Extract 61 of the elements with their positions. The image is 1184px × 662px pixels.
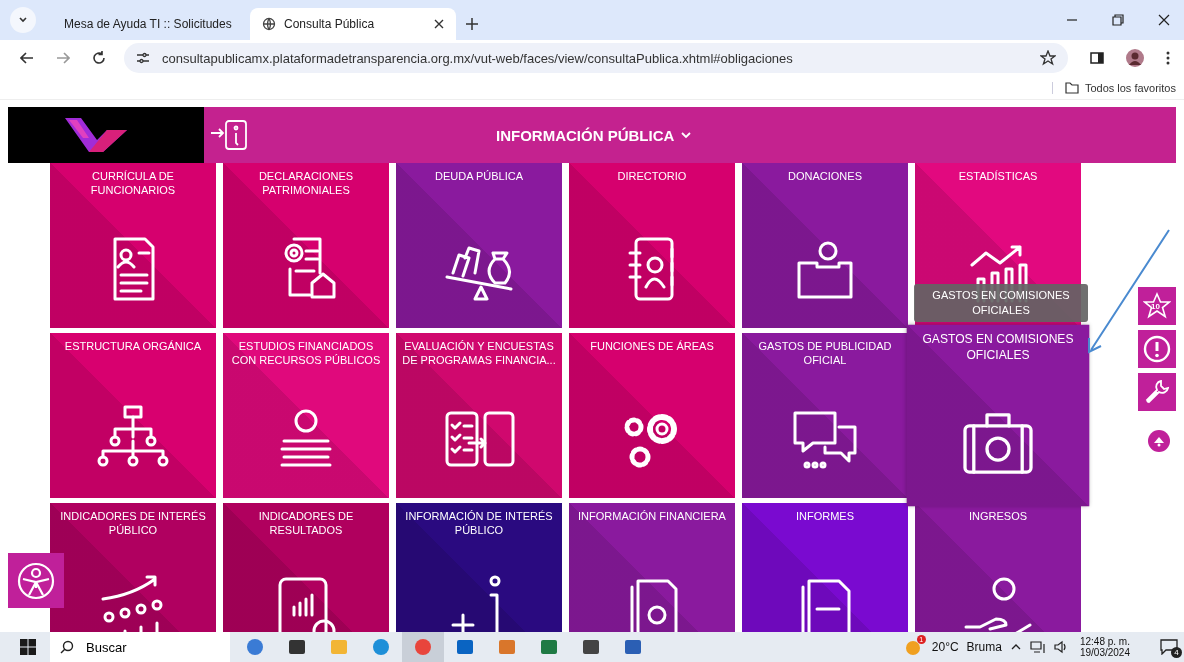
category-tile[interactable]: ESTRUCTURA ORGÁNICA	[50, 333, 216, 498]
site-settings-icon[interactable]	[136, 51, 150, 65]
star-icon	[1143, 292, 1171, 320]
section-dropdown[interactable]: INFORMACIÓN PÚBLICA	[496, 126, 693, 144]
chevron-down-icon	[18, 15, 28, 25]
logo-panel[interactable]	[8, 107, 204, 163]
wrench-icon	[1143, 378, 1171, 406]
bookmarks-folder[interactable]: Todos los favoritos	[1051, 81, 1176, 94]
close-icon[interactable]	[434, 19, 444, 29]
accessibility-icon	[16, 560, 56, 601]
bookmark-star-icon[interactable]	[1040, 50, 1056, 66]
chevron-down-icon	[680, 130, 693, 140]
temperature: 20°C	[931, 640, 959, 654]
restore-icon[interactable]	[1112, 14, 1124, 26]
category-tile[interactable]: DONACIONES	[742, 163, 908, 328]
new-tab-icon[interactable]	[466, 18, 478, 30]
tooltip: GASTOS EN COMISIONES OFICIALES	[914, 284, 1088, 322]
windows-start-icon[interactable]	[20, 639, 36, 655]
menu-icon[interactable]	[1166, 51, 1170, 65]
exclamation-icon	[1143, 335, 1171, 363]
close-icon[interactable]	[1158, 14, 1170, 26]
globe-icon	[262, 17, 276, 31]
browser-tab[interactable]: Mesa de Ayuda TI :: Solicitudes	[44, 8, 250, 40]
tab-list-button[interactable]	[10, 7, 36, 33]
accessibility-button[interactable]	[8, 553, 64, 608]
caret-up-icon[interactable]	[1009, 642, 1022, 652]
forward-arrow-icon[interactable]	[56, 51, 70, 65]
category-tile[interactable]: INDICADORES DE INTERÉS PÚBLICO	[50, 503, 216, 632]
category-tile[interactable]: INFORMES	[742, 503, 908, 632]
category-tile[interactable]: GASTOS DE PUBLICIDAD OFICIAL	[742, 333, 908, 498]
alert-button[interactable]	[1138, 330, 1176, 368]
favorites-button[interactable]: 10	[1138, 287, 1176, 325]
category-tile[interactable]: ESTUDIOS FINANCIADOS CON RECURSOS PÚBLICOS	[223, 333, 389, 498]
side-panel-icon[interactable]	[1090, 51, 1104, 65]
scroll-up-button[interactable]	[1148, 430, 1170, 452]
volume-icon[interactable]	[1053, 640, 1068, 654]
chat-bubble-icon	[1160, 639, 1178, 655]
system-clock[interactable]: 12:48 p. m. 19/03/2024	[1079, 636, 1130, 658]
logo-icon	[63, 116, 129, 154]
network-icon[interactable]	[1029, 640, 1046, 654]
weather-condition: Bruma	[966, 640, 1002, 654]
category-tile[interactable]: INFORMACIÓN FINANCIERA	[569, 503, 735, 632]
category-tile[interactable]: FUNCIONES DE ÁREAS	[569, 333, 735, 498]
category-tile[interactable]: DIRECTORIO	[569, 163, 735, 328]
tools-button[interactable]	[1138, 373, 1176, 411]
category-tile[interactable]: DECLARACIONES PATRIMONIALES	[223, 163, 389, 328]
back-arrow-icon[interactable]	[20, 51, 34, 65]
category-tile[interactable]: INFORMACIÓN DE INTERÉS PÚBLICO	[396, 503, 562, 632]
category-tile[interactable]: DEUDA PÚBLICA	[396, 163, 562, 328]
category-tile[interactable]: CURRÍCULA DE FUNCIONARIOS	[50, 163, 216, 328]
category-tile[interactable]: GASTOS EN COMISIONES OFICIALES	[906, 324, 1090, 507]
browser-tab[interactable]: Consulta Pública	[250, 8, 456, 40]
address-bar[interactable]: consultapublicamx.plataformadetransparencia.org.mx/vut-web/faces/view/consultaPublica.xhtml#obligaciones	[124, 43, 1068, 73]
search-field[interactable]: Buscar	[50, 632, 230, 662]
search-icon	[60, 640, 74, 654]
category-tile[interactable]: EVALUACIÓN Y ENCUESTAS DE PROGRAMAS FINANCIA...	[396, 333, 562, 498]
category-tile[interactable]: INDICADORES DE RESULTADOS	[223, 503, 389, 632]
info-entry-icon[interactable]	[210, 119, 248, 151]
reload-icon[interactable]	[92, 51, 106, 65]
star-count: 10	[1151, 302, 1160, 311]
profile-avatar-icon[interactable]	[1126, 49, 1144, 67]
